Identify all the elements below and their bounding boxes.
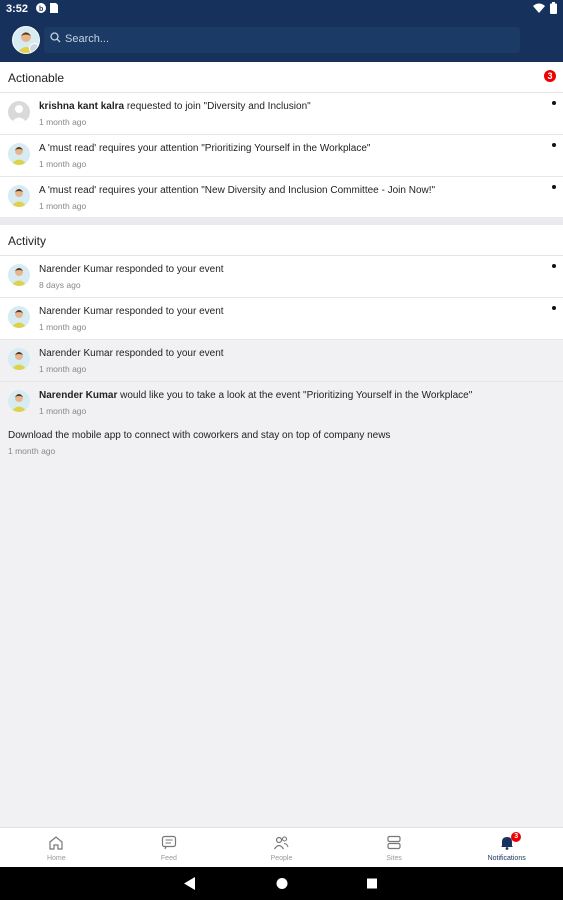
battery-icon xyxy=(550,2,557,14)
status-left-icons: b xyxy=(36,3,58,13)
back-icon[interactable] xyxy=(184,877,196,890)
unread-dot xyxy=(552,185,556,189)
notifications-count-badge: 3 xyxy=(511,832,522,842)
notification-text: krishna kant kalra requested to join "Di… xyxy=(39,101,311,112)
status-time: 3:52 xyxy=(6,3,29,15)
nav-people-label: People xyxy=(270,855,293,862)
wifi-icon xyxy=(533,3,545,13)
home-icon xyxy=(49,836,63,850)
nav-feed-label: Feed xyxy=(160,855,177,862)
notification-row[interactable]: A 'must read' requires your attention "P… xyxy=(0,135,563,177)
nav-sites-label: Sites xyxy=(386,855,402,862)
notification-time: 8 days ago xyxy=(39,280,81,290)
unread-dot xyxy=(552,306,556,310)
feed-icon xyxy=(161,835,176,850)
notification-row[interactable]: Narender Kumar responded to your event 1… xyxy=(0,340,563,382)
notification-text: Narender Kumar responded to your event xyxy=(39,306,224,317)
activity-section: Activity Narender Kumar responded to you… xyxy=(0,225,563,424)
app-notification-icon: b xyxy=(36,3,46,13)
search-placeholder: Search... xyxy=(65,33,110,45)
section-divider xyxy=(0,217,563,225)
nav-feed[interactable]: Feed xyxy=(113,828,226,868)
app-header: Search... xyxy=(0,18,563,62)
activity-title: Activity xyxy=(8,234,47,248)
search-icon xyxy=(50,32,61,43)
user-avatar-icon xyxy=(8,348,30,370)
notification-text: A 'must read' requires your attention "N… xyxy=(39,185,436,196)
notification-row[interactable]: Narender Kumar responded to your event 1… xyxy=(0,298,563,340)
people-icon xyxy=(274,836,290,850)
nav-home[interactable]: Home xyxy=(0,828,113,868)
bottom-navigation: Home Feed People Sites 3 Notifications xyxy=(0,827,563,868)
actionable-section: Actionable 3 krishna kant kalra requeste… xyxy=(0,62,563,219)
unread-dot xyxy=(552,143,556,147)
notification-row[interactable]: krishna kant kalra requested to join "Di… xyxy=(0,93,563,135)
actionable-title: Actionable xyxy=(8,71,65,85)
unread-dot xyxy=(552,101,556,105)
search-input[interactable]: Search... xyxy=(44,27,520,53)
notification-text: A 'must read' requires your attention "P… xyxy=(39,143,371,154)
user-avatar-icon xyxy=(8,143,30,165)
notification-actor: Narender Kumar xyxy=(39,390,118,401)
notification-row[interactable]: Narender Kumar would like you to take a … xyxy=(0,382,563,424)
status-bar: 3:52 b xyxy=(0,0,563,18)
nav-home-label: Home xyxy=(46,855,66,862)
sim-icon xyxy=(50,3,58,13)
profile-status-badge xyxy=(29,43,39,53)
default-avatar-icon xyxy=(8,101,30,123)
notification-message: requested to join "Diversity and Inclusi… xyxy=(124,101,311,112)
actionable-count-badge: 3 xyxy=(544,70,556,82)
recents-icon[interactable] xyxy=(366,877,378,890)
user-avatar-icon xyxy=(8,185,30,207)
svg-text:b: b xyxy=(39,6,43,13)
notification-text: Narender Kumar responded to your event xyxy=(39,348,224,359)
nav-people[interactable]: People xyxy=(225,828,338,868)
notification-time: 1 month ago xyxy=(39,322,87,332)
profile-avatar[interactable] xyxy=(12,26,40,54)
user-avatar-icon xyxy=(8,390,30,412)
notification-row[interactable]: Narender Kumar responded to your event 8… xyxy=(0,256,563,298)
system-navigation-bar xyxy=(0,867,563,900)
nav-notifications[interactable]: 3 Notifications xyxy=(450,828,563,868)
notification-time: 1 month ago xyxy=(39,201,87,211)
nav-notifications-label: Notifications xyxy=(487,855,526,862)
notification-time: 1 month ago xyxy=(39,364,87,374)
notification-time: 1 month ago xyxy=(39,159,87,169)
user-avatar-icon xyxy=(8,306,30,328)
notification-time: 1 month ago xyxy=(39,117,87,127)
unread-dot xyxy=(552,264,556,268)
notification-actor: krishna kant kalra xyxy=(39,101,125,112)
notification-text: Narender Kumar would like you to take a … xyxy=(39,390,472,401)
user-avatar-icon xyxy=(8,264,30,286)
sites-icon xyxy=(387,835,401,850)
activity-header: Activity xyxy=(0,225,563,256)
nav-sites[interactable]: Sites xyxy=(338,828,451,868)
notification-row[interactable]: Download the mobile app to connect with … xyxy=(0,422,563,462)
notification-row[interactable]: A 'must read' requires your attention "N… xyxy=(0,177,563,219)
notification-time: 1 month ago xyxy=(8,446,56,456)
home-button-icon[interactable] xyxy=(276,877,288,890)
notification-time: 1 month ago xyxy=(39,406,87,416)
status-right-icons xyxy=(533,2,557,14)
notification-message: would like you to take a look at the eve… xyxy=(117,390,473,401)
notification-text: Narender Kumar responded to your event xyxy=(39,264,224,275)
actionable-header: Actionable 3 xyxy=(0,62,563,93)
notification-text: Download the mobile app to connect with … xyxy=(8,430,391,441)
